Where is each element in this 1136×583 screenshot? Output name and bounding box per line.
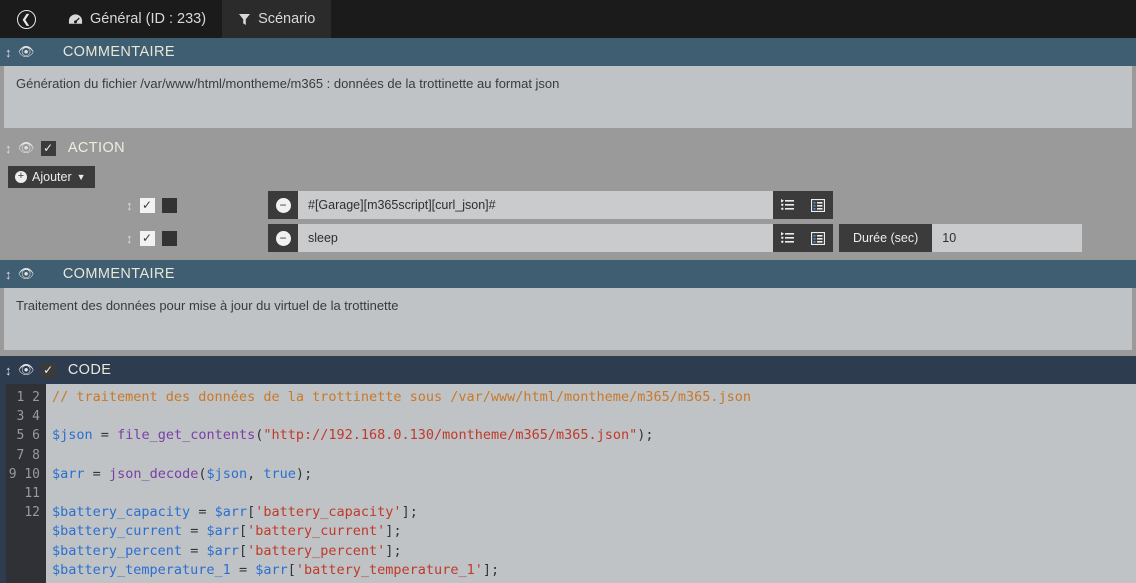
action-row-checkbox[interactable]: ✓ — [139, 230, 155, 246]
list-indent-icon[interactable] — [773, 191, 803, 219]
comment-1-header: ↕ 👁 COMMENTAIRE — [0, 38, 1136, 66]
eye-icon[interactable]: 👁 — [18, 362, 35, 378]
code-enabled-checkbox[interactable]: ✓ — [40, 362, 56, 378]
eye-icon[interactable]: 👁 — [18, 140, 35, 156]
minus-circle-icon: − — [275, 230, 291, 246]
action-row: ↕ ✓ − #[Garage][m365script][curl_json]# — [0, 190, 1136, 220]
action-row-toggle[interactable] — [161, 197, 177, 213]
comment-1-text[interactable]: Génération du fichier /var/www/html/mont… — [4, 66, 1132, 128]
row-controls: ↕ ✓ — [126, 230, 268, 246]
minus-circle-icon: − — [275, 197, 291, 213]
arrows-vertical-icon[interactable]: ↕ — [5, 142, 12, 155]
comment-section-2: ↕ 👁 COMMENTAIRE Traitement des données p… — [0, 260, 1136, 356]
action-command-group: − #[Garage][m365script][curl_json]# — [268, 191, 833, 219]
comment-1-title: COMMENTAIRE — [62, 44, 175, 60]
action-row-checkbox[interactable]: ✓ — [139, 197, 155, 213]
action-command-input[interactable]: #[Garage][m365script][curl_json]# — [298, 191, 773, 219]
top-tab-bar: ❮ Général (ID : 233) Scénario — [0, 0, 1136, 38]
plus-circle-icon: + — [15, 171, 27, 183]
tab-scenario-label: Scénario — [258, 11, 316, 27]
action-row-toggle[interactable] — [161, 230, 177, 246]
action-row: ↕ ✓ − sleep Durée (sec) 10 — [0, 223, 1136, 253]
tab-scenario[interactable]: Scénario — [222, 0, 332, 38]
code-content[interactable]: // traitement des données de la trottine… — [46, 384, 1136, 583]
action-toolbar: + Ajouter ▼ — [0, 162, 1136, 190]
tab-general-label: Général (ID : 233) — [90, 11, 207, 27]
list-indent-icon[interactable] — [773, 224, 803, 252]
eye-icon[interactable]: 👁 — [18, 44, 35, 60]
filter-funnel-icon — [238, 13, 251, 26]
code-section: ↕ 👁 ✓ CODE 1 2 3 4 5 6 7 8 9 10 11 12 //… — [0, 356, 1136, 583]
list-panel-icon[interactable] — [803, 191, 833, 219]
drag-handle-icon[interactable]: ↕ — [126, 232, 133, 245]
arrows-vertical-icon[interactable]: ↕ — [5, 268, 12, 281]
list-panel-icon[interactable] — [803, 224, 833, 252]
action-title: ACTION — [67, 140, 125, 156]
action-section: ↕ 👁 ✓ ACTION + Ajouter ▼ ↕ ✓ − #[Garage]… — [0, 134, 1136, 260]
comment-2-header: ↕ 👁 COMMENTAIRE — [0, 260, 1136, 288]
comment-2-title: COMMENTAIRE — [62, 266, 175, 282]
action-enabled-checkbox[interactable]: ✓ — [40, 140, 56, 156]
back-button[interactable]: ❮ — [0, 0, 52, 38]
tab-general[interactable]: Général (ID : 233) — [52, 0, 222, 38]
arrows-vertical-icon[interactable]: ↕ — [5, 364, 12, 377]
duration-input[interactable]: 10 — [932, 224, 1083, 252]
add-action-label: Ajouter — [32, 170, 72, 184]
comment-section-1: ↕ 👁 COMMENTAIRE Génération du fichier /v… — [0, 38, 1136, 134]
remove-action-button[interactable]: − — [268, 224, 298, 252]
circle-arrow-left-icon: ❮ — [16, 9, 36, 29]
drag-handle-icon[interactable]: ↕ — [126, 199, 133, 212]
code-line-numbers: 1 2 3 4 5 6 7 8 9 10 11 12 — [6, 384, 46, 583]
eye-icon[interactable]: 👁 — [18, 266, 35, 282]
action-command-input[interactable]: sleep — [298, 224, 773, 252]
code-header: ↕ 👁 ✓ CODE — [0, 356, 1136, 384]
action-header: ↕ 👁 ✓ ACTION — [0, 134, 1136, 162]
caret-down-icon: ▼ — [76, 172, 86, 182]
duration-label: Durée (sec) — [839, 224, 933, 252]
row-controls: ↕ ✓ — [126, 197, 268, 213]
arrows-vertical-icon[interactable]: ↕ — [5, 46, 12, 59]
tachometer-icon — [68, 13, 83, 26]
comment-2-text[interactable]: Traitement des données pour mise à jour … — [4, 288, 1132, 350]
code-editor[interactable]: 1 2 3 4 5 6 7 8 9 10 11 12 // traitement… — [0, 384, 1136, 583]
code-title: CODE — [67, 362, 112, 378]
remove-action-button[interactable]: − — [268, 191, 298, 219]
add-action-button[interactable]: + Ajouter ▼ — [8, 166, 95, 188]
action-command-group: − sleep Durée (sec) 10 — [268, 224, 1083, 252]
